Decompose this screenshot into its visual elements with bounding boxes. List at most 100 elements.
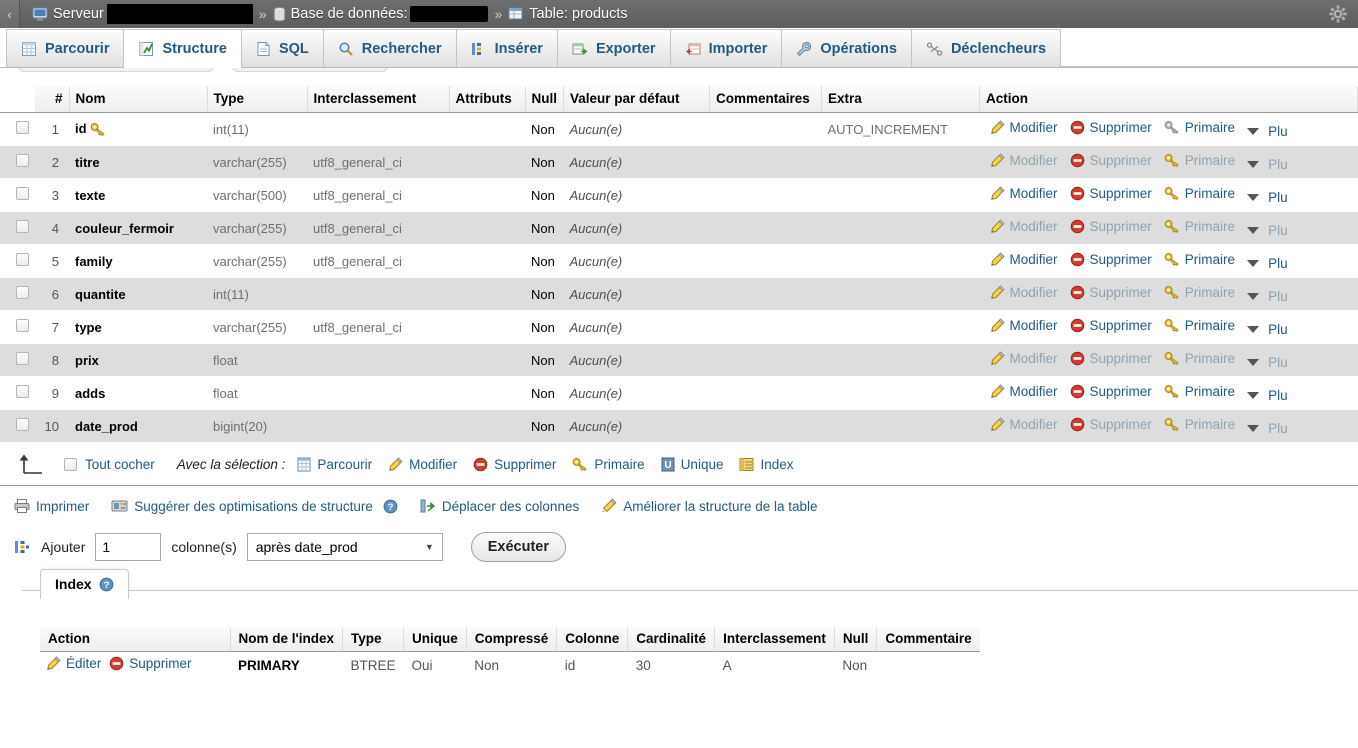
row-action-modifier[interactable]: Modifier [990, 384, 1058, 399]
tab-importer[interactable]: Importer [670, 29, 783, 67]
row-checkbox[interactable] [16, 187, 29, 200]
structure-row[interactable]: 5 family varchar(255) utf8_general_ci Non Auc… [0, 244, 1358, 278]
breadcrumb-table[interactable]: Table: products [508, 6, 628, 22]
row-actions[interactable]: Modifier Supprimer Primaire Plu [979, 277, 1358, 311]
link-suggerer-optimisations[interactable]: Suggérer des optimisations de structure … [111, 498, 398, 514]
structure-row[interactable]: 7 type varchar(255) utf8_general_ci Non Aucun… [0, 310, 1358, 344]
tab-sql[interactable]: SQL [241, 29, 324, 67]
row-action-modifier[interactable]: Modifier [990, 285, 1058, 300]
index-action-supprimer[interactable]: Supprimer [109, 656, 192, 671]
structure-row[interactable]: 10 date_prod bigint(20) Non Aucun(e) Modifier… [0, 409, 1358, 443]
row-action-primaire[interactable]: Primaire [1164, 318, 1235, 333]
structure-row[interactable]: 2 titre varchar(255) utf8_general_ci Non Aucu… [0, 145, 1358, 179]
th-extra[interactable]: Extra [821, 86, 980, 113]
check-all-control[interactable]: Tout cocher [64, 457, 155, 472]
help-icon[interactable]: ? [383, 499, 398, 514]
index-row[interactable]: Éditer Supprimer PRIMARY BTREE Oui Non id 30 A No… [40, 651, 980, 678]
th-comments[interactable]: Commentaires [709, 86, 822, 113]
structure-row[interactable]: 9 adds float Non Aucun(e) Modifier Supprimer Pr… [0, 376, 1358, 410]
row-actions[interactable]: Modifier Supprimer Primaire Plu [979, 310, 1358, 344]
index-panel-tab[interactable]: Index ? [40, 569, 129, 599]
row-action-supprimer[interactable]: Supprimer [1070, 120, 1152, 135]
row-action-modifier[interactable]: Modifier [990, 153, 1058, 168]
row-action-plus[interactable]: Plu [1247, 322, 1288, 337]
tab-structure[interactable]: Structure [124, 29, 242, 68]
selection-action-parcourir[interactable]: Parcourir [297, 457, 372, 472]
row-action-plus[interactable]: Plu [1247, 223, 1288, 238]
help-icon[interactable]: ? [99, 577, 114, 592]
row-action-primaire[interactable]: Primaire [1164, 219, 1235, 234]
selection-action-primaire[interactable]: Primaire [572, 457, 645, 472]
index-row-actions[interactable]: Éditer Supprimer [40, 651, 230, 678]
row-actions[interactable]: Modifier Supprimer Primaire Plu [979, 211, 1358, 245]
check-all-checkbox[interactable] [64, 457, 77, 471]
structure-row[interactable]: 6 quantite int(11) Non Aucun(e) Modifier Suppr… [0, 277, 1358, 311]
tab-operations[interactable]: Opérations [782, 29, 912, 67]
row-action-primaire[interactable]: Primaire [1164, 417, 1235, 432]
th-null[interactable]: Null [525, 86, 564, 113]
th-number[interactable]: # [35, 86, 70, 113]
tab-rechercher[interactable]: Rechercher [323, 29, 457, 67]
selection-action-modifier[interactable]: Modifier [388, 457, 457, 472]
th-name[interactable]: Nom [69, 86, 208, 113]
selection-action-index[interactable]: Index [739, 457, 794, 472]
row-checkbox-cell[interactable] [0, 343, 35, 377]
row-action-primaire[interactable]: Primaire [1164, 252, 1235, 267]
row-action-plus[interactable]: Plu [1247, 388, 1288, 403]
row-action-plus[interactable]: Plu [1247, 157, 1288, 172]
row-action-plus[interactable]: Plu [1247, 190, 1288, 205]
breadcrumb-database[interactable]: Base de données: [273, 6, 489, 22]
th-checkbox[interactable] [0, 86, 35, 113]
row-action-supprimer[interactable]: Supprimer [1070, 285, 1152, 300]
row-action-modifier[interactable]: Modifier [990, 351, 1058, 366]
structure-row[interactable]: 4 couleur_fermoir varchar(255) utf8_general… [0, 211, 1358, 245]
row-actions[interactable]: Modifier Supprimer Primaire Plu [979, 376, 1358, 410]
row-action-modifier[interactable]: Modifier [990, 252, 1058, 267]
row-checkbox[interactable] [16, 352, 29, 365]
row-action-plus[interactable]: Plu [1247, 124, 1288, 139]
row-checkbox[interactable] [16, 220, 29, 233]
row-action-modifier[interactable]: Modifier [990, 318, 1058, 333]
execute-button[interactable]: Exécuter [470, 532, 566, 562]
row-checkbox[interactable] [16, 385, 29, 398]
row-checkbox[interactable] [16, 319, 29, 332]
add-column-position-select[interactable]: après date_prod ▼ [246, 533, 443, 561]
row-action-plus[interactable]: Plu [1247, 256, 1288, 271]
row-action-plus[interactable]: Plu [1247, 355, 1288, 370]
row-action-modifier[interactable]: Modifier [990, 417, 1058, 432]
tab-exporter[interactable]: Exporter [557, 29, 671, 67]
row-actions[interactable]: Modifier Supprimer Primaire Plu [979, 178, 1358, 212]
row-checkbox[interactable] [16, 253, 29, 266]
row-action-primaire[interactable]: Primaire [1164, 384, 1235, 399]
structure-row[interactable]: 1 id int(11) Non Aucun(e) AUTO_INCREMENT Modi… [0, 112, 1358, 146]
row-action-primaire[interactable]: Primaire [1164, 120, 1235, 135]
breadcrumb-server[interactable]: Serveur [20, 4, 253, 24]
row-action-supprimer[interactable]: Supprimer [1070, 219, 1152, 234]
row-action-plus[interactable]: Plu [1247, 289, 1288, 304]
selection-action-unique[interactable]: U Unique [661, 457, 723, 472]
row-action-supprimer[interactable]: Supprimer [1070, 153, 1152, 168]
tab-parcourir[interactable]: Parcourir [6, 29, 125, 67]
link-deplacer-colonnes[interactable]: Déplacer des colonnes [420, 498, 579, 514]
row-action-primaire[interactable]: Primaire [1164, 186, 1235, 201]
structure-row[interactable]: 3 texte varchar(500) utf8_general_ci Non Aucu… [0, 178, 1358, 212]
th-collation[interactable]: Interclassement [307, 86, 450, 113]
row-action-modifier[interactable]: Modifier [990, 120, 1058, 135]
row-action-supprimer[interactable]: Supprimer [1070, 318, 1152, 333]
structure-row[interactable]: 8 prix float Non Aucun(e) Modifier Supprimer Pr… [0, 343, 1358, 377]
row-actions[interactable]: Modifier Supprimer Primaire Plu [979, 343, 1358, 377]
selection-action-supprimer[interactable]: Supprimer [473, 457, 556, 472]
gear-icon[interactable] [1326, 3, 1350, 25]
add-column-count-input[interactable] [95, 533, 162, 561]
row-checkbox-cell[interactable] [0, 376, 35, 410]
th-type[interactable]: Type [207, 86, 308, 113]
row-checkbox-cell[interactable] [0, 211, 35, 245]
index-action-editer[interactable]: Éditer [46, 656, 101, 671]
tab-declencheurs[interactable]: Déclencheurs [911, 29, 1062, 67]
tab-inserer[interactable]: Insérer [456, 29, 558, 67]
row-action-plus[interactable]: Plu [1247, 421, 1288, 436]
row-action-supprimer[interactable]: Supprimer [1070, 186, 1152, 201]
th-default[interactable]: Valeur par défaut [563, 86, 710, 113]
row-checkbox-cell[interactable] [0, 310, 35, 344]
row-checkbox[interactable] [16, 418, 29, 431]
